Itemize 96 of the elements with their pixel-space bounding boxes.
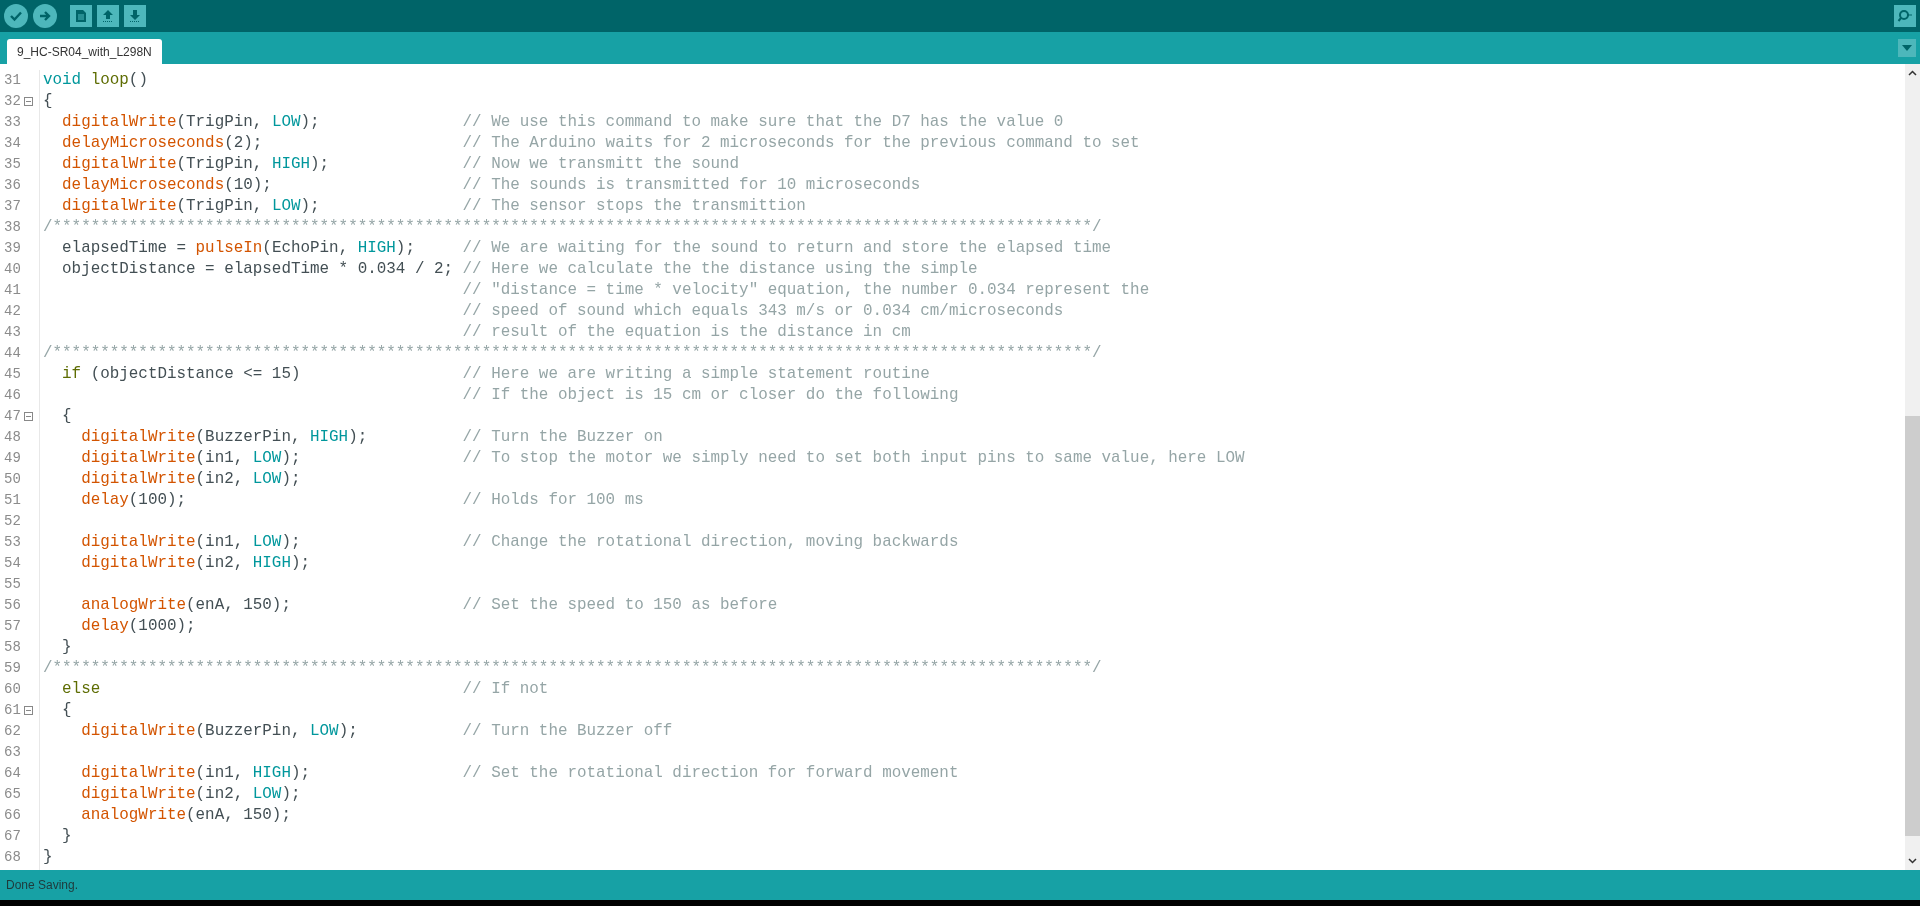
line-number: 54 bbox=[4, 554, 22, 573]
line-number: 56 bbox=[4, 596, 22, 615]
caret-icon bbox=[1902, 45, 1912, 51]
file-tab[interactable]: 9_HC-SR04_with_L298N bbox=[7, 39, 162, 64]
code-line: digitalWrite(in1, HIGH); // Set the rotational direction for forward movement bbox=[80, 763, 959, 784]
code-line: { bbox=[43, 91, 54, 112]
code-line: // speed of sound which equals 343 m/s or 0.034 cm/microseconds bbox=[461, 301, 1064, 322]
code-line: void loop() bbox=[43, 70, 149, 91]
code-line: digitalWrite(TrigPin, HIGH); // Now we transmitt the sound bbox=[61, 154, 740, 175]
code-line: // "distance = time * velocity" equation, the number 0.034 represent the bbox=[461, 280, 1150, 301]
line-number: 43 bbox=[4, 323, 22, 342]
code-line: digitalWrite(in1, LOW); // Change the rotational direction, moving backwards bbox=[80, 532, 959, 553]
line-number: 45 bbox=[4, 365, 22, 384]
line-number: 65 bbox=[4, 785, 22, 804]
line-number: 41 bbox=[4, 281, 22, 300]
code-line: /*************************************************************************************************************/ bbox=[43, 343, 1102, 364]
fold-icon[interactable] bbox=[24, 706, 33, 715]
line-number: 62 bbox=[4, 722, 22, 741]
code-line: digitalWrite(in2, HIGH); bbox=[80, 553, 312, 574]
tab-menu-button[interactable] bbox=[1898, 39, 1916, 57]
line-number: 33 bbox=[4, 113, 22, 132]
line-number: 46 bbox=[4, 386, 22, 405]
code-line: // result of the equation is the distance in cm bbox=[461, 322, 911, 343]
line-number: 51 bbox=[4, 491, 22, 510]
line-number: 66 bbox=[4, 806, 22, 825]
code-line: } bbox=[61, 637, 73, 658]
line-number: 52 bbox=[4, 512, 22, 531]
code-line: delay(100); // Holds for 100 ms bbox=[80, 490, 644, 511]
code-line: delay(1000); bbox=[80, 616, 197, 637]
line-number: 64 bbox=[4, 764, 22, 783]
code-line: } bbox=[61, 826, 73, 847]
serial-monitor-button[interactable] bbox=[1894, 5, 1916, 27]
code-line: digitalWrite(BuzzerPin, HIGH); // Turn the Buzzer on bbox=[80, 427, 663, 448]
line-number: 34 bbox=[4, 134, 22, 153]
check-icon bbox=[9, 9, 23, 23]
code-line: else // If not bbox=[61, 679, 549, 700]
line-number: 32 bbox=[4, 92, 22, 111]
arrow-up-icon bbox=[101, 9, 115, 23]
code-line: digitalWrite(in1, LOW); // To stop the motor we simply need to set both input pins to same value, here LOW bbox=[80, 448, 1245, 469]
arrow-down-icon bbox=[128, 9, 142, 23]
line-number: 31 bbox=[4, 71, 22, 90]
scrollbar-thumb[interactable] bbox=[1905, 416, 1920, 836]
line-number: 37 bbox=[4, 197, 22, 216]
code-line: // If the object is 15 cm or closer do the following bbox=[461, 385, 959, 406]
code-line: { bbox=[61, 406, 73, 427]
upload-button[interactable] bbox=[33, 4, 57, 28]
line-number: 49 bbox=[4, 449, 22, 468]
code-line: /*************************************************************************************************************/ bbox=[43, 658, 1102, 679]
line-number: 59 bbox=[4, 659, 22, 678]
verify-button[interactable] bbox=[4, 4, 28, 28]
line-number: 38 bbox=[4, 218, 22, 237]
line-number: 50 bbox=[4, 470, 22, 489]
line-number: 63 bbox=[4, 743, 22, 762]
fold-icon[interactable] bbox=[24, 412, 33, 421]
line-number: 36 bbox=[4, 176, 22, 195]
code-line: if (objectDistance <= 15) // Here we are writing a simple statement routine bbox=[61, 364, 930, 385]
code-line: /*************************************************************************************************************/ bbox=[43, 217, 1102, 238]
line-number: 44 bbox=[4, 344, 22, 363]
line-number: 58 bbox=[4, 638, 22, 657]
fold-icon[interactable] bbox=[24, 97, 33, 106]
chevron-up-icon[interactable] bbox=[1908, 70, 1917, 76]
save-button[interactable] bbox=[124, 5, 146, 27]
arrow-right-icon bbox=[38, 9, 52, 23]
code-line: { bbox=[61, 700, 73, 721]
document-icon bbox=[75, 9, 87, 23]
code-line: digitalWrite(BuzzerPin, LOW); // Turn the Buzzer off bbox=[80, 721, 673, 742]
new-button[interactable] bbox=[70, 5, 92, 27]
open-button[interactable] bbox=[97, 5, 119, 27]
scrollbar[interactable] bbox=[1905, 64, 1920, 870]
code-line: objectDistance = elapsedTime * 0.034 / 2; // Here we calculate the the distance using the simple bbox=[61, 259, 978, 280]
line-number: 42 bbox=[4, 302, 22, 321]
line-number: 39 bbox=[4, 239, 22, 258]
line-number: 48 bbox=[4, 428, 22, 447]
code-line: analogWrite(enA, 150); // Set the speed to 150 as before bbox=[80, 595, 778, 616]
code-line: digitalWrite(in2, LOW); bbox=[80, 469, 302, 490]
line-number: 67 bbox=[4, 827, 22, 846]
line-number: 68 bbox=[4, 848, 22, 867]
code-line: } bbox=[43, 847, 54, 868]
code-line: elapsedTime = pulseIn(EchoPin, HIGH); // We are waiting for the sound to return and store the elapsed time bbox=[61, 238, 1112, 259]
line-number: 53 bbox=[4, 533, 22, 552]
code-line: digitalWrite(TrigPin, LOW); // The sensor stops the transmittion bbox=[61, 196, 806, 217]
line-number: 35 bbox=[4, 155, 22, 174]
line-number: 40 bbox=[4, 260, 22, 279]
line-number: 61 bbox=[4, 701, 22, 720]
line-number: 57 bbox=[4, 617, 22, 636]
line-number: 47 bbox=[4, 407, 22, 426]
chevron-down-icon[interactable] bbox=[1908, 858, 1917, 864]
status-message: Done Saving. bbox=[6, 877, 79, 894]
code-line: delayMicroseconds(2); // The Arduino waits for 2 microseconds for the previous command to set bbox=[61, 133, 1140, 154]
code-line: delayMicroseconds(10); // The sounds is transmitted for 10 microseconds bbox=[61, 175, 921, 196]
code-line: digitalWrite(in2, LOW); bbox=[80, 784, 302, 805]
magnifier-icon bbox=[1897, 9, 1913, 23]
line-number: 55 bbox=[4, 575, 22, 594]
line-number: 60 bbox=[4, 680, 22, 699]
code-line: analogWrite(enA, 150); bbox=[80, 805, 292, 826]
code-line: digitalWrite(TrigPin, LOW); // We use this command to make sure that the D7 has the value 0 bbox=[61, 112, 1064, 133]
